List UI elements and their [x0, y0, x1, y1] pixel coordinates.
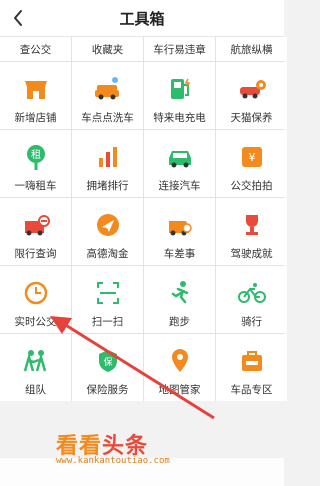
tool-item-running[interactable]: 跑步	[144, 266, 215, 333]
tool-item-new-shop[interactable]: 新增店铺	[0, 62, 71, 129]
tool-item-restriction[interactable]: 限行查询	[0, 198, 71, 265]
tool-item-charging[interactable]: 特来电充电	[144, 62, 215, 129]
tool-label: 限行查询	[14, 248, 57, 260]
page-title: 工具箱	[119, 11, 165, 28]
tool-item-cycling[interactable]: 骑行	[216, 266, 287, 333]
tool-item-gold[interactable]: 高德淘金	[72, 198, 143, 265]
tool-label: 新增店铺	[14, 112, 57, 124]
tool-grid: 查公交 收藏夹 车行易违章 航旅纵横 新增店铺 车点点洗车 特来电充电 天猫保养…	[0, 37, 287, 401]
shop-icon	[21, 74, 51, 104]
tool-item-realtime-bus[interactable]: 实时公交	[0, 266, 71, 333]
header-bar: 工具箱	[0, 0, 284, 37]
watermark-url: www.kankantoutiao.com	[56, 456, 170, 466]
tool-item-bus-query[interactable]: 查公交	[0, 37, 71, 61]
tool-label: 车差事	[163, 248, 196, 260]
tool-label: 车品专区	[230, 384, 273, 396]
car-connect-icon	[165, 142, 195, 172]
tool-label: 地图管家	[158, 384, 201, 396]
tool-label: 跑步	[169, 316, 190, 328]
tool-label: 扫一扫	[91, 316, 124, 328]
tool-label: 查公交	[19, 43, 52, 56]
tool-item-map-steward[interactable]: 地图管家	[144, 334, 215, 401]
tool-item-scan[interactable]: 扫一扫	[72, 266, 143, 333]
tool-item-flights[interactable]: 航旅纵横	[216, 37, 287, 61]
restriction-icon	[21, 210, 51, 240]
tool-label: 一嗨租车	[14, 180, 57, 192]
tool-item-insurance[interactable]: 保 保险服务	[72, 334, 143, 401]
car-wash-icon	[93, 74, 123, 104]
tool-label: 特来电充电	[153, 112, 206, 124]
map-pin-icon	[165, 346, 195, 376]
tool-item-car-rental[interactable]: 租 一嗨租车	[0, 130, 71, 197]
bicycle-icon	[237, 278, 267, 308]
tool-label: 车点点洗车	[81, 112, 134, 124]
insurance-shield-icon: 保	[93, 346, 123, 376]
tool-label: 航旅纵横	[230, 43, 273, 56]
tool-item-team[interactable]: 组队	[0, 334, 71, 401]
tool-item-connect-car[interactable]: 连接汽车	[144, 130, 215, 197]
tool-item-car-wash[interactable]: 车点点洗车	[72, 62, 143, 129]
team-icon	[21, 346, 51, 376]
tool-label: 组队	[25, 384, 46, 396]
svg-text:保: 保	[103, 356, 112, 368]
watermark: 看看头条 www.kankantoutiao.com	[56, 428, 236, 484]
tool-label: 实时公交	[14, 316, 57, 328]
tool-label: 天猫保养	[230, 112, 273, 124]
tool-label: 连接汽车	[158, 180, 201, 192]
tool-label: 高德淘金	[86, 248, 129, 260]
tool-item-congestion-rank[interactable]: 拥堵排行	[72, 130, 143, 197]
tool-item-tmall-maintenance[interactable]: 天猫保养	[216, 62, 287, 129]
tool-item-violations[interactable]: 车行易违章	[144, 37, 215, 61]
tool-label: 公交拍拍	[230, 180, 273, 192]
car-goods-icon	[237, 346, 267, 376]
tool-item-car-goods[interactable]: 车品专区	[216, 334, 287, 401]
bar-chart-icon	[93, 142, 123, 172]
bus-photo-icon: ¥	[237, 142, 267, 172]
tool-label: 车行易违章	[153, 43, 206, 56]
car-maintenance-icon	[237, 74, 267, 104]
trophy-icon	[237, 210, 267, 240]
tool-item-favorites[interactable]: 收藏夹	[72, 37, 143, 61]
tool-label: 保险服务	[86, 384, 129, 396]
tool-item-car-task[interactable]: 车差事	[144, 198, 215, 265]
tool-label: 骑行	[241, 316, 262, 328]
tool-label: 收藏夹	[91, 43, 124, 56]
scan-icon	[93, 278, 123, 308]
running-icon	[165, 278, 195, 308]
svg-text:¥: ¥	[248, 151, 255, 164]
charging-station-icon	[165, 74, 195, 104]
car-rental-icon: 租	[21, 142, 51, 172]
tool-label: 驾驶成就	[230, 248, 273, 260]
clock-icon	[21, 278, 51, 308]
svg-text:租: 租	[31, 148, 41, 161]
tool-item-bus-photo[interactable]: ¥ 公交拍拍	[216, 130, 287, 197]
tool-item-achievement[interactable]: 驾驶成就	[216, 198, 287, 265]
tool-label: 拥堵排行	[86, 180, 129, 192]
car-task-icon	[165, 210, 195, 240]
navigation-icon	[93, 210, 123, 240]
